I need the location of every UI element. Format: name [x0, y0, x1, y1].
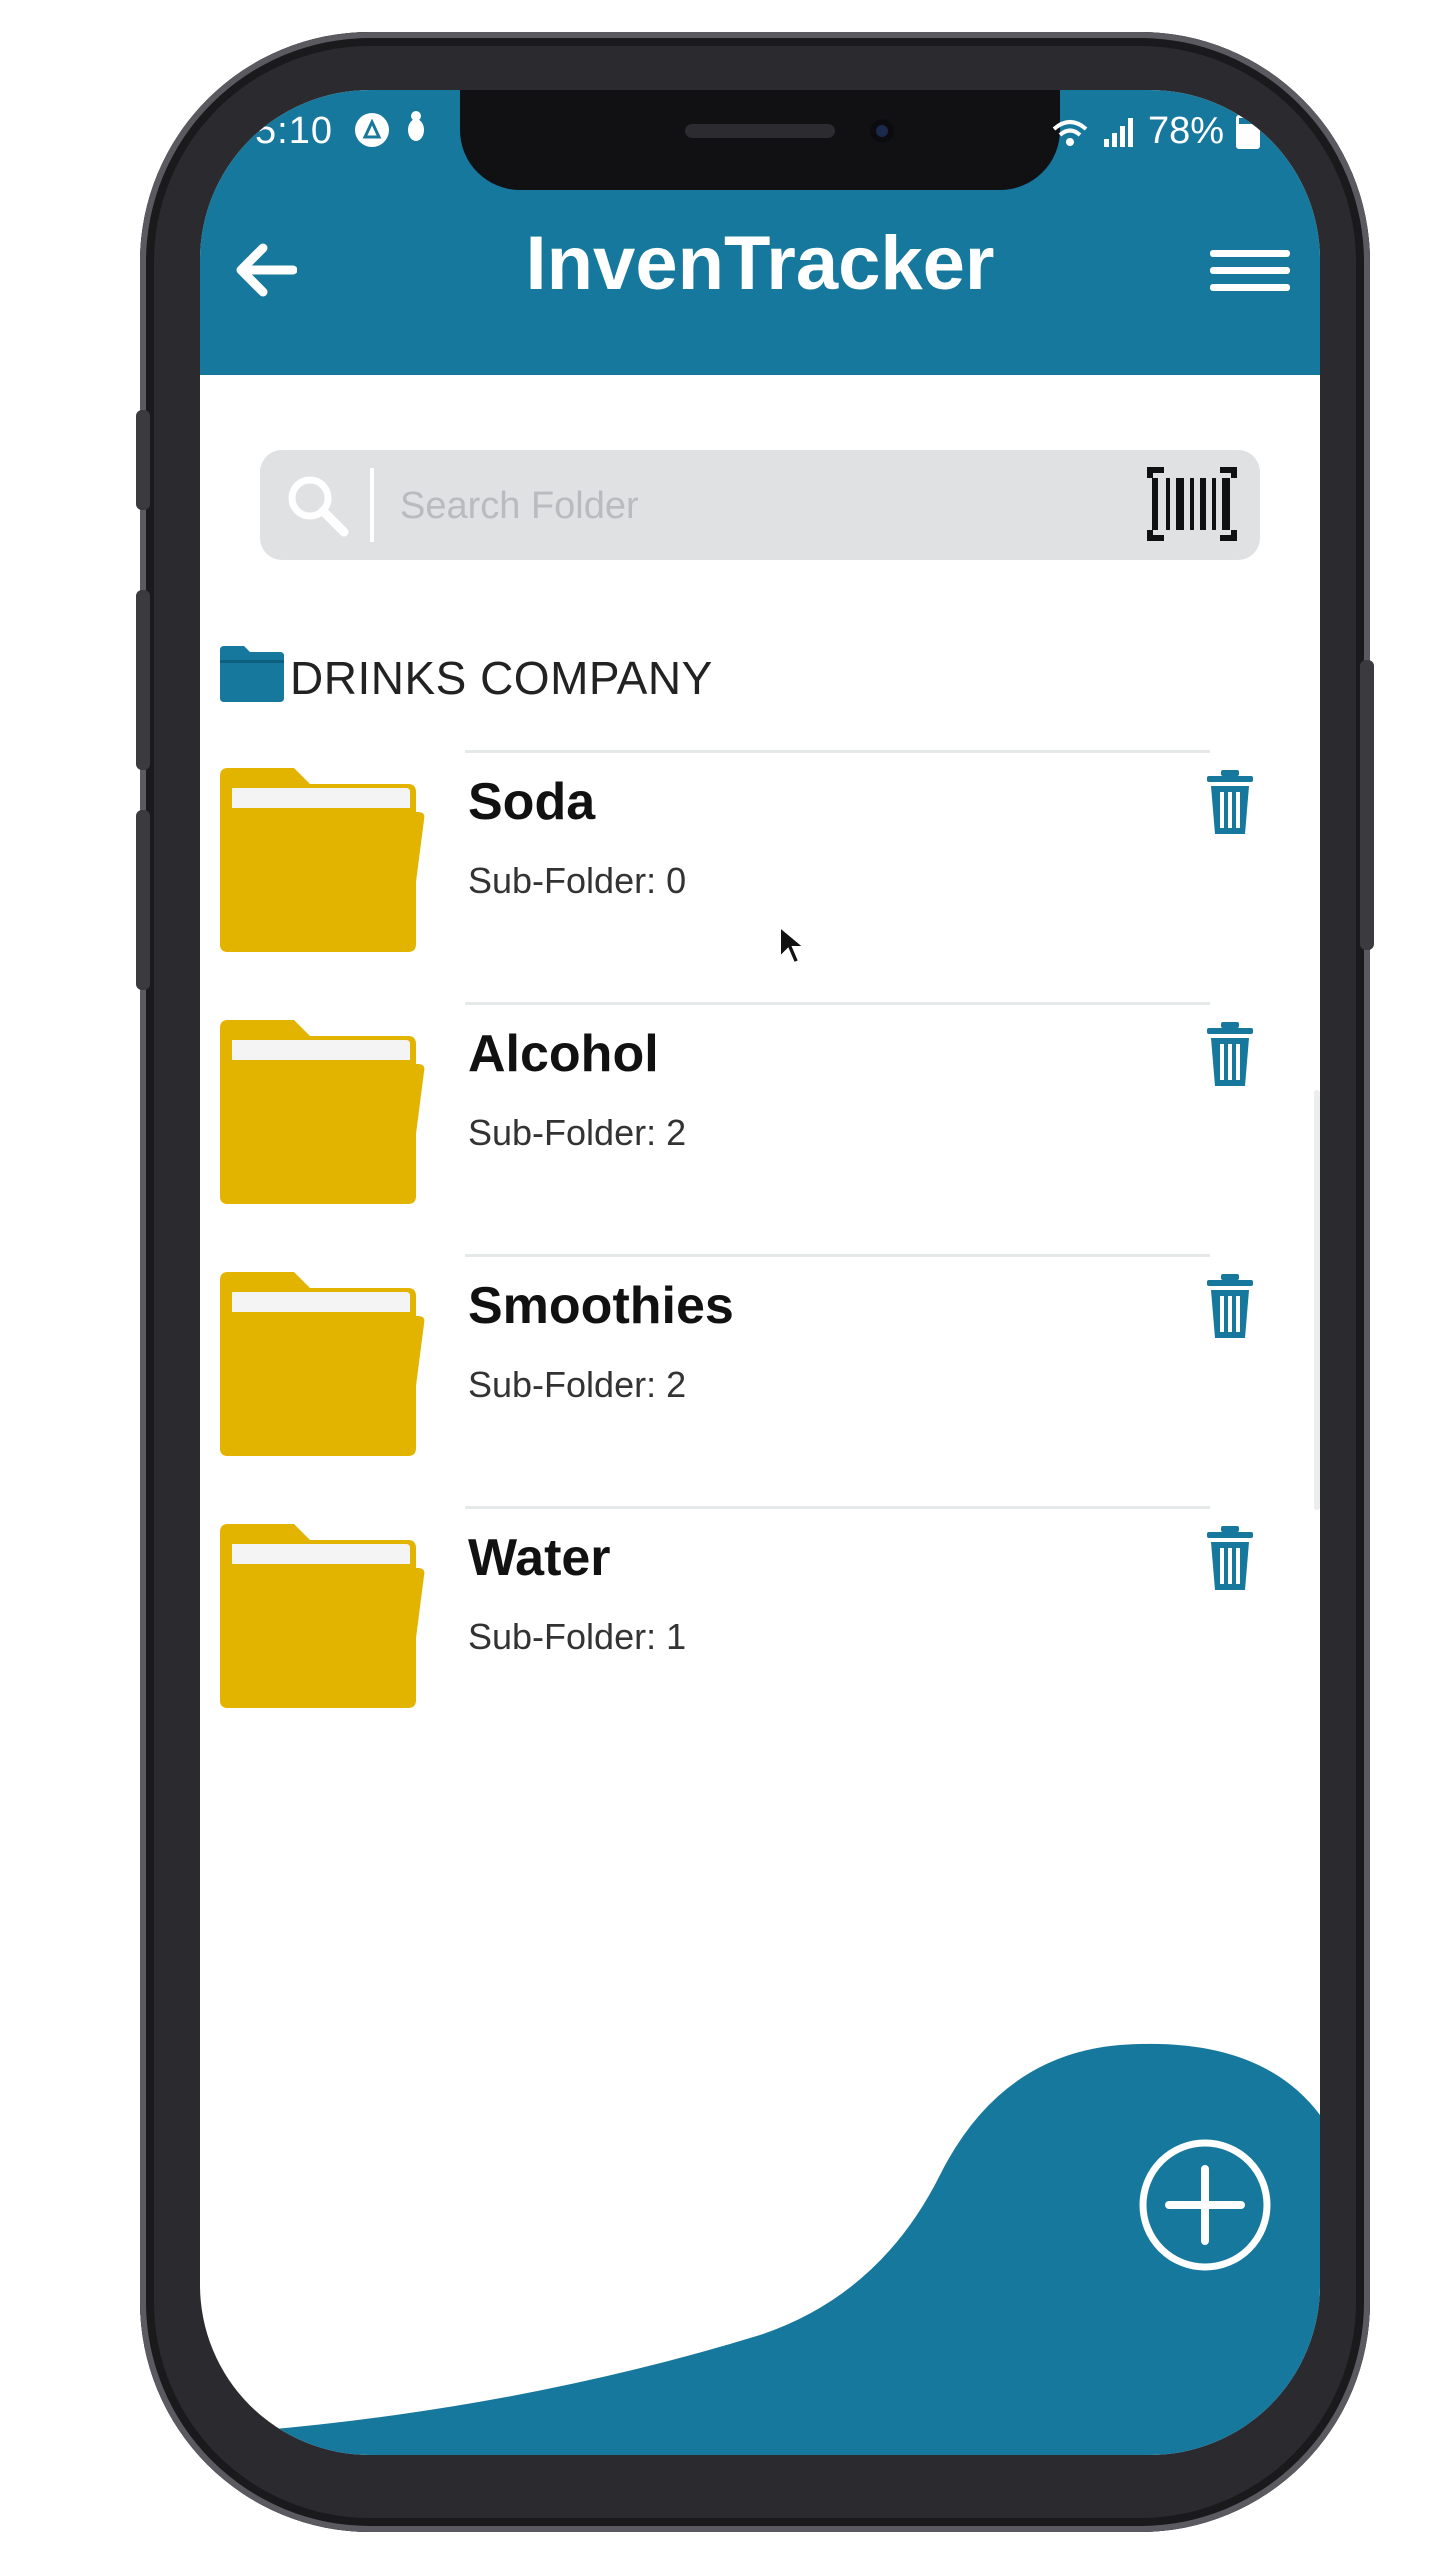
app-screen: 5:10 78% InvenTracker Search Folder DRIN…	[200, 90, 1320, 2455]
device-stage: 5:10 78% InvenTracker Search Folder DRIN…	[0, 0, 1440, 2560]
search-input[interactable]	[398, 472, 1102, 540]
folder-divider	[465, 1506, 1210, 1509]
folder-icon	[220, 1272, 425, 1456]
folder-item-alcohol[interactable]: Alcohol Sub-Folder: 2	[200, 1002, 1320, 1254]
hamburger-menu-icon	[1210, 249, 1290, 257]
android-notification-icon	[355, 112, 389, 147]
status-right: 78%	[1050, 110, 1260, 153]
folder-icon	[220, 1524, 425, 1708]
trash-icon[interactable]	[1205, 770, 1255, 836]
trash-icon[interactable]	[1205, 1022, 1255, 1088]
search-icon[interactable]	[282, 470, 352, 540]
status-time: 5:10	[255, 110, 333, 152]
menu-button[interactable]	[1210, 235, 1290, 305]
folder-divider	[465, 1002, 1210, 1005]
folder-name: Alcohol	[468, 1025, 659, 1083]
status-notification-icons	[355, 110, 431, 149]
trash-icon[interactable]	[1205, 1526, 1255, 1592]
folder-icon	[220, 646, 284, 702]
wifi-icon	[1052, 119, 1088, 146]
folder-item-soda[interactable]: Soda Sub-Folder: 0	[200, 750, 1320, 1002]
debug-notification-icon	[401, 110, 431, 149]
scrollbar[interactable]	[1314, 1090, 1320, 1510]
folder-name: Smoothies	[468, 1277, 734, 1335]
barcode-scan-button[interactable]	[1142, 464, 1242, 544]
barcode-icon	[1147, 467, 1237, 541]
folder-subfolder-count: Sub-Folder: 2	[468, 1112, 687, 1153]
folder-item-smoothies[interactable]: Smoothies Sub-Folder: 2	[200, 1254, 1320, 1506]
battery-icon	[1236, 114, 1260, 149]
folder-icon	[220, 1020, 425, 1204]
battery-percent: 78%	[1147, 110, 1224, 152]
trash-icon[interactable]	[1205, 1274, 1255, 1340]
add-folder-button[interactable]	[1135, 2135, 1275, 2275]
folder-item-water[interactable]: Water Sub-Folder: 1	[200, 1506, 1320, 1758]
folder-icon	[220, 768, 425, 952]
hamburger-menu-icon-line	[1210, 266, 1290, 274]
front-camera	[870, 119, 894, 143]
volume-down-button	[136, 810, 150, 990]
folder-subfolder-count: Sub-Folder: 2	[468, 1364, 687, 1405]
app-title: InvenTracker	[525, 221, 995, 306]
folder-name: Soda	[468, 773, 596, 831]
folder-subfolder-count: Sub-Folder: 1	[468, 1616, 687, 1657]
breadcrumb-label: DRINKS COMPANY	[290, 652, 713, 704]
app-header: 5:10 78% InvenTracker	[200, 90, 1320, 375]
volume-up-button	[136, 590, 150, 770]
mouse-cursor-icon	[779, 925, 806, 965]
speaker-grille	[685, 124, 835, 138]
mute-switch	[136, 410, 150, 510]
power-button	[1360, 660, 1374, 950]
search-divider	[370, 468, 374, 542]
breadcrumb: DRINKS COMPANY	[216, 642, 713, 704]
folder-divider	[465, 1254, 1210, 1257]
signal-icon	[1103, 117, 1133, 147]
camera-notch	[460, 90, 1060, 190]
folder-name: Water	[468, 1529, 611, 1587]
folder-subfolder-count: Sub-Folder: 0	[468, 860, 687, 901]
search-bar	[260, 450, 1260, 560]
hamburger-menu-icon-line	[1210, 283, 1290, 291]
folder-divider	[465, 750, 1210, 753]
